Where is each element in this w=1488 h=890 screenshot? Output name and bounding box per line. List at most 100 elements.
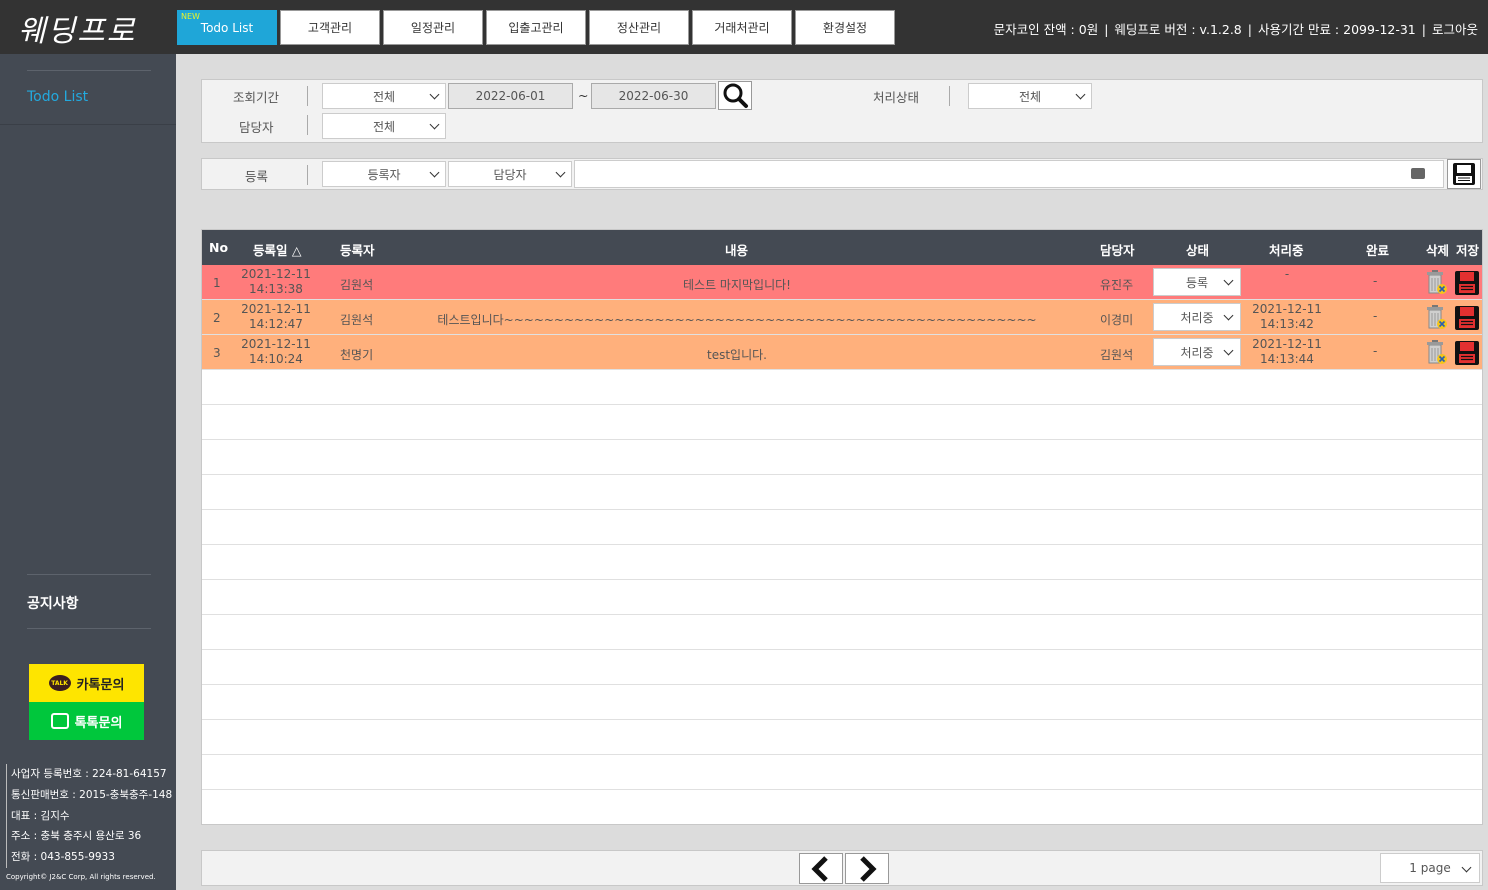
tab-inventory[interactable]: 입출고관리 xyxy=(486,10,586,45)
register-save-button[interactable] xyxy=(1447,159,1481,189)
cell-done: - xyxy=(1373,344,1378,358)
sales-number: 통신판매번호 : 2015-충북충주-148 xyxy=(6,784,172,806)
delete-icon[interactable] xyxy=(1426,340,1448,365)
cell-manager: 유진주 xyxy=(1100,278,1134,292)
cell-processing-date: - xyxy=(1284,267,1290,281)
select-value: 전체 xyxy=(1018,89,1042,104)
chevron-down-icon xyxy=(555,167,566,178)
tab-partner[interactable]: 거래처관리 xyxy=(692,10,792,45)
todo-content-input[interactable] xyxy=(574,160,1444,188)
cell-processing-date: 2021-12-11 xyxy=(1252,337,1322,351)
delete-icon[interactable] xyxy=(1426,305,1448,330)
tab-settings[interactable]: 환경설정 xyxy=(795,10,895,45)
cell-date: 2021-12-11 14:12:47 xyxy=(238,302,314,332)
cell-no: 1 xyxy=(213,276,221,290)
cell-processing: - xyxy=(1248,267,1326,282)
cell-registrant: 김원석 xyxy=(340,278,374,292)
table-row xyxy=(202,510,1482,545)
select-value: 처리중 xyxy=(1180,310,1214,325)
talktalk-icon xyxy=(50,713,69,729)
delete-icon[interactable] xyxy=(1426,270,1448,295)
next-page-button[interactable] xyxy=(845,853,889,884)
divider xyxy=(27,574,151,575)
coin-balance: 문자코인 잔액 : 0원 xyxy=(993,22,1099,37)
status-select[interactable]: 처리중 xyxy=(1153,303,1241,331)
tab-settlement[interactable]: 정산관리 xyxy=(589,10,689,45)
manager-label: 담당자 xyxy=(239,120,274,135)
status-select[interactable]: 등록 xyxy=(1153,268,1241,296)
register-manager-select[interactable]: 담당자 xyxy=(448,161,572,187)
keyboard-icon xyxy=(1411,168,1425,179)
account-info: 문자코인 잔액 : 0원 | 웨딩프로 버전 : v.1.2.8 | 사용기간 만료 :… xyxy=(994,19,1478,38)
chevron-left-icon xyxy=(811,855,828,882)
chevron-down-icon xyxy=(429,89,440,100)
save-icon[interactable] xyxy=(1454,340,1480,366)
table-row xyxy=(202,790,1482,824)
app-logo[interactable]: 웨딩프로 xyxy=(18,6,136,50)
divider xyxy=(307,115,308,135)
chevron-down-icon xyxy=(1075,89,1086,100)
phone: 전화 : 043-855-9933 xyxy=(6,847,172,868)
registrant-select[interactable]: 등록자 xyxy=(322,161,446,187)
kakao-talk-icon: TALK xyxy=(48,675,71,691)
table-row xyxy=(202,685,1482,720)
cell-manager: 김원석 xyxy=(1100,348,1134,362)
save-icon[interactable] xyxy=(1454,270,1480,296)
sidebar-item-todo-list[interactable]: Todo List xyxy=(27,89,88,105)
col-content: 내용 xyxy=(725,243,749,258)
table-row xyxy=(202,580,1482,615)
date-range-separator: ~ xyxy=(578,88,589,103)
logout-link[interactable]: 로그아웃 xyxy=(1432,22,1478,37)
status-filter-select[interactable]: 전체 xyxy=(968,83,1092,109)
manager-filter-select[interactable]: 전체 xyxy=(322,113,446,139)
period-label: 조회기간 xyxy=(233,90,280,105)
col-save: 저장 xyxy=(1456,243,1480,258)
tab-todo-list[interactable]: NEW Todo List xyxy=(177,10,277,45)
date-to-input[interactable]: 2022-06-30 xyxy=(591,83,716,109)
tab-schedule[interactable]: 일정관리 xyxy=(383,10,483,45)
tab-label: 고객관리 xyxy=(307,21,353,35)
save-icon[interactable] xyxy=(1454,305,1480,331)
app-version: 웨딩프로 버전 : v.1.2.8 xyxy=(1114,22,1242,37)
select-value: 등록 xyxy=(1185,275,1209,290)
divider xyxy=(27,70,151,71)
tab-customer[interactable]: 고객관리 xyxy=(280,10,380,45)
copyright: Copyright© J2&C Corp, All rights reserve… xyxy=(6,872,156,881)
ceo-name: 대표 : 김지수 xyxy=(6,805,172,827)
status-select[interactable]: 처리중 xyxy=(1153,338,1241,366)
table-row xyxy=(202,720,1482,755)
col-done: 완료 xyxy=(1366,243,1390,258)
chevron-down-icon xyxy=(1223,310,1234,321)
cell-processing-date: 2021-12-11 xyxy=(1252,302,1322,316)
date-from-input[interactable]: 2022-06-01 xyxy=(448,83,573,109)
register-label: 등록 xyxy=(245,169,269,184)
cell-no: 3 xyxy=(213,346,221,360)
col-processing: 처리중 xyxy=(1269,243,1304,258)
floppy-disk-icon xyxy=(1453,163,1475,185)
cell-content[interactable]: 테스트 마지막입니다! xyxy=(402,276,1072,293)
new-badge: NEW xyxy=(181,12,200,21)
prev-page-button[interactable] xyxy=(799,853,843,884)
kakao-inquiry-button[interactable]: TALK 카톡문의 xyxy=(29,664,144,702)
period-select[interactable]: 전체 xyxy=(322,83,446,109)
col-delete: 삭제 xyxy=(1426,243,1450,258)
cell-content[interactable]: 테스트입니다~~~~~~~~~~~~~~~~~~~~~~~~~~~~~~~~~~… xyxy=(402,311,1072,328)
chevron-down-icon xyxy=(1461,862,1472,873)
divider xyxy=(27,628,151,629)
top-bar: 웨딩프로 NEW Todo List 고객관리 일정관리 입출고관리 정산관리 … xyxy=(0,0,1488,54)
talktalk-inquiry-button[interactable]: 톡톡문의 xyxy=(29,702,144,740)
col-date-sort[interactable]: 등록일 △ xyxy=(253,240,301,259)
cell-content[interactable]: test입니다. xyxy=(402,346,1072,363)
table-row xyxy=(202,440,1482,475)
todo-table: No 등록일 △ 등록자 내용 담당자 상태 처리중 완료 삭제 저장 1 202… xyxy=(201,229,1483,825)
search-button[interactable] xyxy=(718,81,752,110)
sidebar-item-notice[interactable]: 공지사항 xyxy=(27,593,79,613)
cell-date: 2021-12-11 14:10:24 xyxy=(238,337,314,367)
col-manager: 담당자 xyxy=(1100,243,1135,258)
table-row: 1 2021-12-11 14:13:38 김원석 테스트 마지막입니다! 유진주 등록 - - xyxy=(202,265,1482,300)
cell-date-day: 2021-12-11 xyxy=(241,337,311,351)
page-select[interactable]: 1 page xyxy=(1380,853,1480,883)
cell-processing-time: 14:13:42 xyxy=(1260,317,1314,331)
business-number: 사업자 등록번호 : 224-81-64157 xyxy=(6,764,172,785)
cell-date-time: 14:13:38 xyxy=(249,282,303,296)
